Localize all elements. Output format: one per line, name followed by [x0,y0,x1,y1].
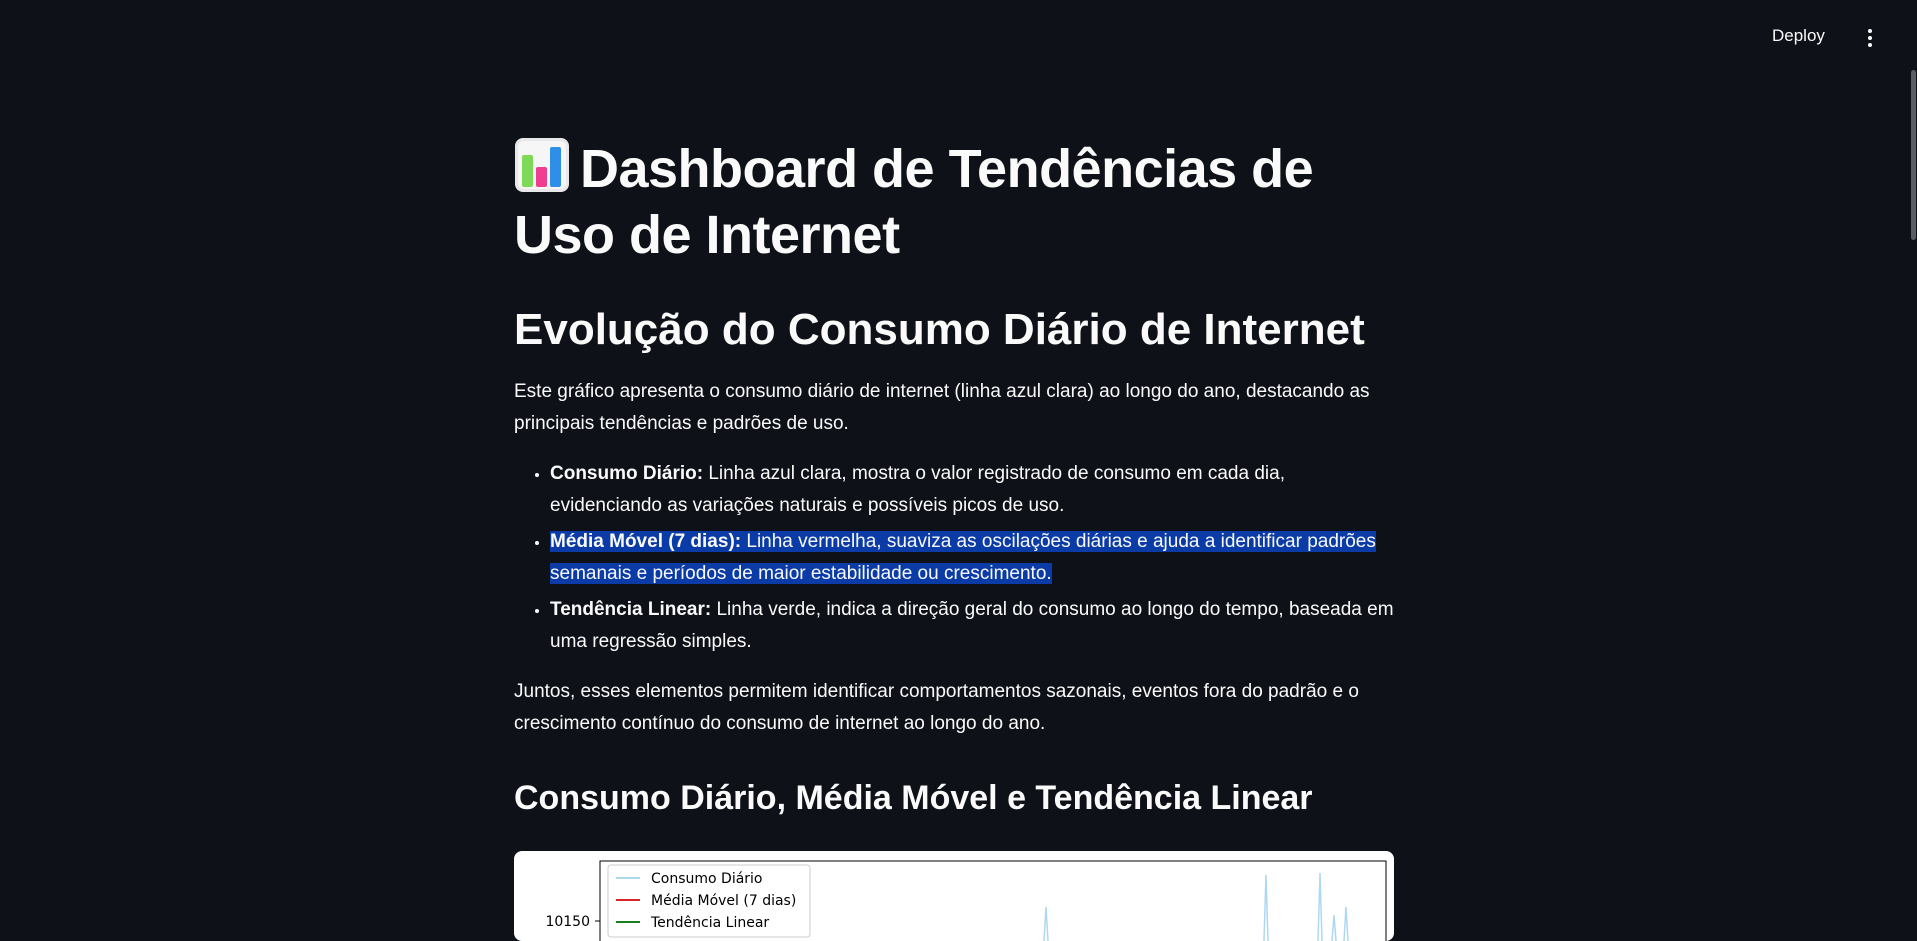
text-selection-highlight: Média Móvel (7 dias): Linha vermelha, su… [550,531,1376,584]
kebab-menu-icon[interactable] [1866,29,1874,51]
series-line-spike [1343,906,1349,941]
intro-paragraph: Este gráfico apresenta o consumo diário … [514,381,1370,434]
scrollbar[interactable] [1911,70,1916,240]
section-title: Evolução do Consumo Diário de Internet [514,305,1365,354]
list-item: Média Móvel (7 dias): Linha vermelha, su… [550,526,1396,590]
deploy-button[interactable]: Deploy [1772,26,1825,46]
list-item-label: Tendência Linear: [550,599,712,620]
series-line-spike [1317,872,1323,941]
series-line-spike [1043,906,1049,941]
bar-chart-icon [515,138,569,192]
chart-legend: Consumo Diário Média Móvel (7 dias) Tend… [607,864,811,938]
list-item-label: Média Móvel (7 dias): [550,531,742,552]
list-item: Tendência Linear: Linha verde, indica a … [550,594,1396,658]
legend-label-tendencia: Tendência Linear [650,915,769,931]
page-title-text: Dashboard de Tendências de Uso de Intern… [514,139,1314,265]
legend-label-consumo: Consumo Diário [651,871,763,887]
page-title: Dashboard de Tendências de Uso de Intern… [514,136,1396,268]
legend-label-media: Média Móvel (7 dias) [651,893,796,909]
series-line-spike [1331,914,1337,941]
app-header: Deploy [0,0,1917,80]
series-line-spike [1263,874,1269,941]
main-content: Dashboard de Tendências de Uso de Intern… [514,136,1396,820]
list-item-label: Consumo Diário: [550,463,704,484]
chart-heading: Consumo Diário, Média Móvel e Tendência … [514,779,1313,817]
series-consumo-diario [1043,872,1349,941]
conclusion-paragraph: Juntos, esses elementos permitem identif… [514,681,1359,734]
list-item: Consumo Diário: Linha azul clara, mostra… [550,458,1396,522]
legend-explanation-list: Consumo Diário: Linha azul clara, mostra… [514,458,1396,658]
